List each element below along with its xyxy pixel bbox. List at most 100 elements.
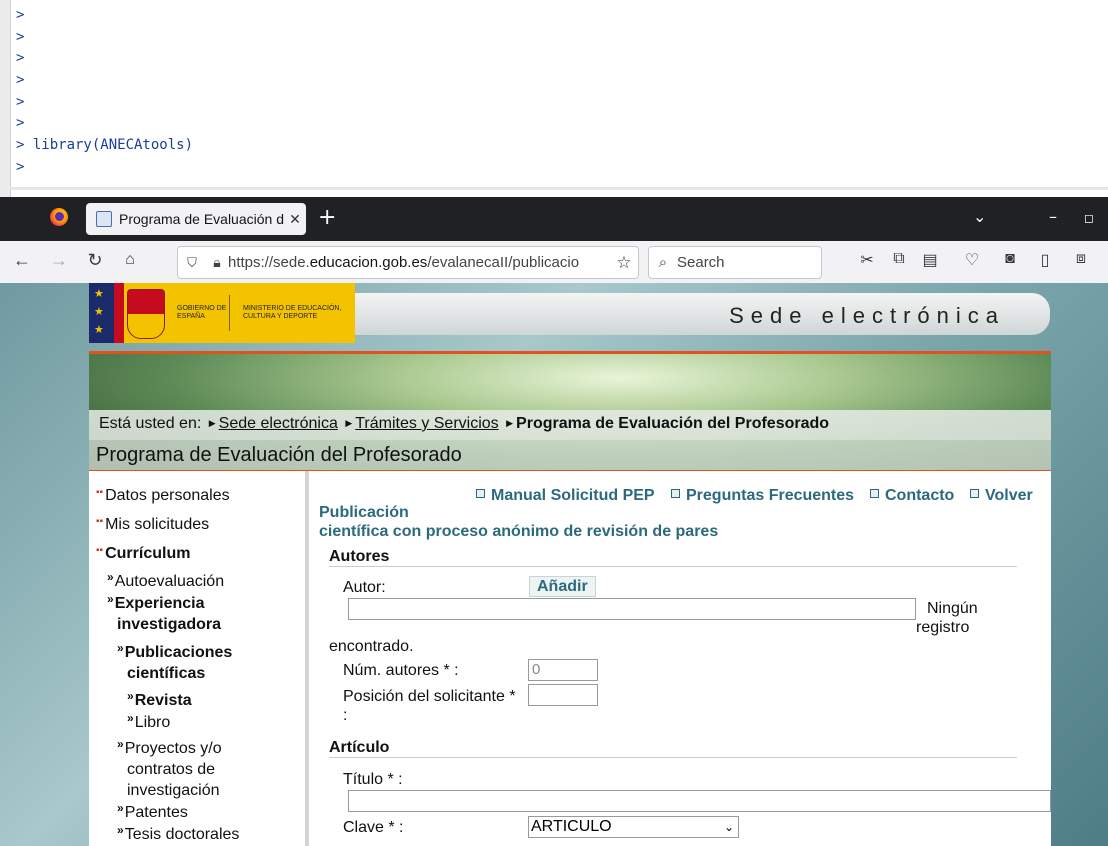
autor-input[interactable] bbox=[348, 598, 916, 620]
sidebar-item-label: Patentes bbox=[124, 804, 188, 821]
sidebar-item-label: Proyectos y/o bbox=[124, 740, 222, 757]
breadcrumb-item-current: Programa de Evaluación del Profesorado bbox=[516, 415, 830, 432]
url-text: https://sede.educacion.gob.es/evalanecaI… bbox=[228, 254, 610, 271]
reload-icon[interactable]: ↻ bbox=[83, 250, 107, 271]
sidebar-item-patentes[interactable]: »Patentes bbox=[117, 801, 188, 822]
url-bar[interactable]: ⛉ 🔒︎ https://sede.educacion.gob.es/evala… bbox=[177, 246, 639, 279]
browser-nav-bar: ← → ↻ ⌂ ⛉ 🔒︎ https://sede.educacion.gob.… bbox=[0, 241, 1108, 284]
sidebar-item-label-3[interactable]: investigación bbox=[127, 782, 220, 800]
link-volver[interactable]: Volver bbox=[970, 487, 1033, 505]
firefox-icon[interactable] bbox=[50, 208, 68, 226]
sidebar-item-label-2[interactable]: contratos de bbox=[127, 761, 215, 779]
sidebar-item-label: Revista bbox=[134, 692, 192, 709]
home-icon[interactable]: ⌂ bbox=[118, 251, 142, 269]
console-line: > bbox=[16, 158, 25, 175]
link-label: Volver bbox=[985, 487, 1033, 504]
sede-header: Sede electrónica bbox=[355, 293, 1050, 335]
sidebar-item-libro[interactable]: »Libro bbox=[127, 711, 171, 732]
flag-strip bbox=[114, 283, 124, 343]
arrow-right-icon[interactable]: → bbox=[47, 250, 71, 271]
chevron-right-icon: » bbox=[117, 823, 124, 837]
breadcrumb-item-sede[interactable]: Sede electrónica bbox=[219, 415, 338, 432]
shield-icon[interactable]: ⛉ bbox=[178, 255, 206, 271]
chevron-right-icon: » bbox=[117, 737, 124, 751]
triangle-right-icon: ▶ bbox=[506, 418, 514, 428]
sidebar-item-datos[interactable]: ▪▪ Datos personales bbox=[96, 487, 230, 505]
chevron-down-icon: ⌄ bbox=[723, 820, 734, 834]
square-bullet-icon bbox=[970, 489, 979, 498]
sidebar-item-label-2[interactable]: investigadora bbox=[117, 616, 221, 634]
close-icon[interactable]: ✕ bbox=[284, 211, 306, 228]
num-autores-input[interactable]: 0 bbox=[528, 659, 598, 681]
link-label: Contacto bbox=[885, 487, 955, 504]
copy-icon[interactable]: ⧉ bbox=[887, 250, 911, 268]
sidebar-item-solicitudes[interactable]: ▪▪ Mis solicitudes bbox=[96, 516, 209, 534]
content-area: ▪▪ Datos personales ▪▪ Mis solicitudes ▪▪ C… bbox=[89, 470, 1051, 846]
bullet-icon: ▪▪ bbox=[96, 516, 104, 527]
square-bullet-icon bbox=[870, 489, 879, 498]
minimize-icon[interactable]: – bbox=[1049, 207, 1057, 226]
link-label: Manual Solicitud PEP bbox=[491, 487, 655, 504]
posicion-input[interactable] bbox=[528, 684, 598, 706]
government-logo[interactable]: ★ ★ ★ GOBIERNO DE ESPAÑA MINISTERIO DE E… bbox=[89, 283, 355, 343]
web-page: ★ ★ ★ GOBIERNO DE ESPAÑA MINISTERIO DE E… bbox=[0, 283, 1108, 846]
star-icon[interactable]: ☆ bbox=[610, 253, 638, 273]
arrow-left-icon[interactable]: ← bbox=[10, 250, 34, 271]
console-scrollbar[interactable] bbox=[10, 187, 1108, 190]
sidebar-item-label-2[interactable]: científicas bbox=[127, 665, 205, 683]
logo-ministerio: MINISTERIO DE EDUCACIÓN, CULTURA Y DEPOR… bbox=[243, 305, 342, 320]
r-console[interactable]: > > > > > > > library(ANECAtools) > bbox=[0, 0, 1108, 197]
clave-label: Clave * : bbox=[343, 819, 404, 836]
pocket-icon[interactable]: ♡ bbox=[960, 250, 984, 270]
clipboard-icon[interactable]: ▤ bbox=[918, 250, 942, 270]
chevron-right-icon: » bbox=[117, 641, 124, 655]
maximize-icon[interactable]: ◻ bbox=[1084, 211, 1094, 225]
cut-icon[interactable]: ✂ bbox=[855, 250, 879, 270]
chevron-down-icon[interactable]: ⌄ bbox=[973, 207, 986, 226]
no-records-text: Ningún bbox=[927, 600, 978, 617]
clave-select[interactable]: ARTICULO ⌄ bbox=[528, 816, 739, 838]
form-title-line: Publicación bbox=[319, 504, 409, 521]
sidebar-item-publicaciones[interactable]: »Publicaciones bbox=[117, 641, 232, 662]
console-line: > bbox=[16, 50, 25, 67]
add-author-button[interactable]: Añadir bbox=[529, 576, 596, 597]
console-line: > bbox=[16, 72, 25, 89]
bullet-icon: ▪▪ bbox=[96, 545, 104, 556]
titulo-label: Título * : bbox=[343, 771, 403, 788]
triangle-right-icon: ▶ bbox=[208, 418, 216, 428]
sidebar-item-proyectos[interactable]: »Proyectos y/o bbox=[117, 737, 222, 758]
console-line: > bbox=[16, 93, 25, 110]
sidebar-item-revista[interactable]: »Revista bbox=[127, 689, 192, 710]
chevron-right-icon: » bbox=[127, 711, 134, 725]
main-form: Manual Solicitud PEP Preguntas Frecuente… bbox=[319, 471, 1051, 846]
sidebar-item-experiencia[interactable]: »Experiencia bbox=[107, 592, 205, 613]
lock-icon[interactable]: 🔒︎ bbox=[206, 254, 228, 271]
puzzle-icon[interactable]: ⧈ bbox=[1069, 250, 1093, 268]
sidebar-item-autoevaluacion[interactable]: »Autoevaluación bbox=[107, 570, 224, 591]
no-records-text: encontrado. bbox=[329, 638, 414, 655]
search-placeholder: Search bbox=[677, 254, 725, 271]
plus-icon[interactable]: + bbox=[318, 205, 336, 230]
extension-icon[interactable]: ◙ bbox=[998, 250, 1022, 268]
browser-tab[interactable]: Programa de Evaluación d ✕ bbox=[86, 203, 306, 235]
logo-divider bbox=[229, 295, 230, 331]
tab-title: Programa de Evaluación d bbox=[119, 211, 284, 227]
chevron-right-icon: » bbox=[107, 592, 114, 606]
square-bullet-icon bbox=[671, 489, 680, 498]
search-box[interactable]: ⌕ Search bbox=[648, 246, 822, 279]
page-title: Programa de Evaluación del Profesorado bbox=[96, 444, 462, 466]
posicion-label: : bbox=[343, 707, 348, 724]
sidebar-item-label: Experiencia bbox=[114, 595, 205, 612]
titulo-input[interactable] bbox=[348, 790, 1051, 812]
breadcrumb-item-tramites[interactable]: Trámites y Servicios bbox=[355, 415, 498, 432]
page-favicon-icon bbox=[96, 211, 112, 227]
section-autores: Autores bbox=[329, 548, 390, 565]
sidebar-item-tesis[interactable]: »Tesis doctorales bbox=[117, 823, 239, 844]
sidebar-item-curriculum[interactable]: ▪▪ Currículum bbox=[96, 545, 190, 563]
section-divider bbox=[329, 757, 1017, 758]
form-title-line: científica con proceso anónimo de revisi… bbox=[319, 523, 719, 540]
autor-label: Autor: bbox=[343, 579, 386, 596]
sidebar-item-label: Libro bbox=[134, 714, 171, 731]
page-icon[interactable]: ▯ bbox=[1033, 250, 1057, 270]
link-contacto[interactable]: Contacto bbox=[870, 487, 954, 505]
